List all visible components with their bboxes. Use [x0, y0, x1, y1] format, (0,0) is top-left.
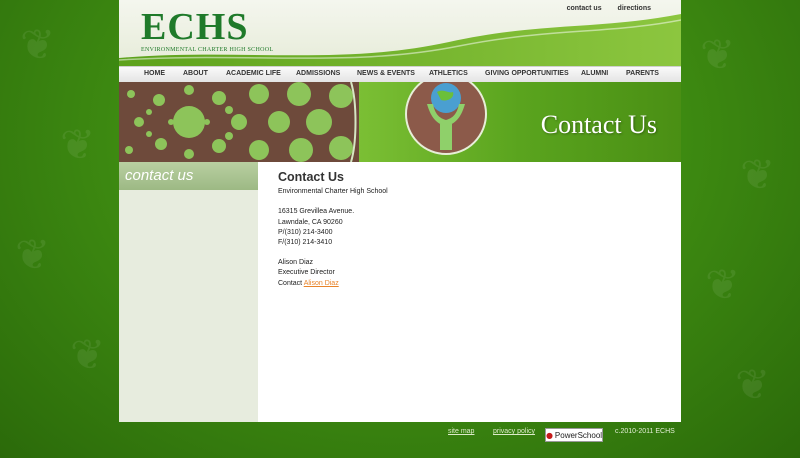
- contact-us-link[interactable]: contact us: [567, 5, 602, 12]
- copyright-text: c.2010-2011 ECHS: [615, 428, 675, 435]
- leaf-icon: ❦: [60, 120, 96, 169]
- powerschool-button[interactable]: ● PowerSchool: [545, 428, 603, 442]
- page-banner: Contact Us: [119, 82, 681, 162]
- sidebar-heading: contact us: [119, 162, 258, 190]
- nav-item-admissions[interactable]: ADMISSIONS: [296, 70, 340, 77]
- address-line-1: 16315 Grevillea Avenue.: [278, 208, 355, 216]
- site-header: ECHS ENVIRONMENTAL CHARTER HIGH SCHOOL c…: [119, 0, 681, 66]
- nav-item-athletics[interactable]: ATHLETICS: [429, 70, 468, 77]
- leaf-icon: ❦: [15, 230, 51, 279]
- privacy-policy-link[interactable]: privacy policy: [493, 428, 535, 435]
- nav-item-home[interactable]: HOME: [144, 70, 165, 77]
- main-nav: HOME ABOUT ACADEMIC LIFE ADMISSIONS NEWS…: [119, 66, 681, 83]
- leaf-icon: ❦: [735, 360, 771, 409]
- leaf-icon: ❦: [700, 30, 736, 79]
- main-content: Contact Us Environmental Charter High Sc…: [278, 170, 658, 289]
- nav-item-news-events[interactable]: NEWS & EVENTS: [357, 70, 415, 77]
- leaf-icon: ❦: [705, 260, 741, 309]
- dots-pattern-image: [119, 82, 359, 162]
- address-line-2: Lawndale, CA 90260: [278, 218, 343, 226]
- sidebar: contact us: [119, 162, 258, 422]
- nav-item-parents[interactable]: PARENTS: [626, 70, 659, 77]
- nav-item-alumni[interactable]: ALUMNI: [581, 70, 608, 77]
- leaf-icon: ❦: [20, 20, 56, 69]
- contact-email-link[interactable]: Alison Diaz: [304, 280, 339, 287]
- nav-item-academic-life[interactable]: ACADEMIC LIFE: [226, 70, 281, 77]
- site-footer: site map privacy policy ● PowerSchool c.…: [119, 422, 681, 458]
- directions-link[interactable]: directions: [618, 5, 651, 12]
- nav-item-giving-opportunities[interactable]: GIVING OPPORTUNITIES: [485, 70, 569, 77]
- school-logo[interactable]: ECHS ENVIRONMENTAL CHARTER HIGH SCHOOL: [141, 6, 274, 53]
- apple-icon: ●: [545, 430, 553, 440]
- powerschool-label: PowerSchool: [554, 430, 603, 440]
- contact-line: Contact Alison Diaz: [278, 279, 658, 289]
- page-title: Contact Us: [278, 170, 344, 184]
- banner-title: Contact Us: [540, 110, 657, 139]
- fax-number: F/(310) 214-3410: [278, 239, 333, 247]
- site-map-link[interactable]: site map: [448, 428, 474, 435]
- globe-hands-image: [405, 82, 487, 155]
- leaf-icon: ❦: [740, 150, 776, 199]
- phone-number: P/(310) 214-3400: [278, 228, 333, 236]
- nav-item-about[interactable]: ABOUT: [183, 70, 208, 77]
- leaf-icon: ❦: [70, 330, 106, 379]
- contact-prefix: Contact: [278, 279, 304, 287]
- logo-letters: ECHS: [141, 6, 249, 48]
- contact-title: Executive Director: [278, 269, 335, 277]
- logo-tagline: ENVIRONMENTAL CHARTER HIGH SCHOOL: [141, 47, 274, 53]
- top-links: contact us directions: [553, 5, 651, 12]
- contact-name: Alison Diaz: [278, 259, 314, 267]
- page-container: ECHS ENVIRONMENTAL CHARTER HIGH SCHOOL c…: [119, 0, 681, 422]
- school-name: Environmental Charter High School: [278, 188, 388, 196]
